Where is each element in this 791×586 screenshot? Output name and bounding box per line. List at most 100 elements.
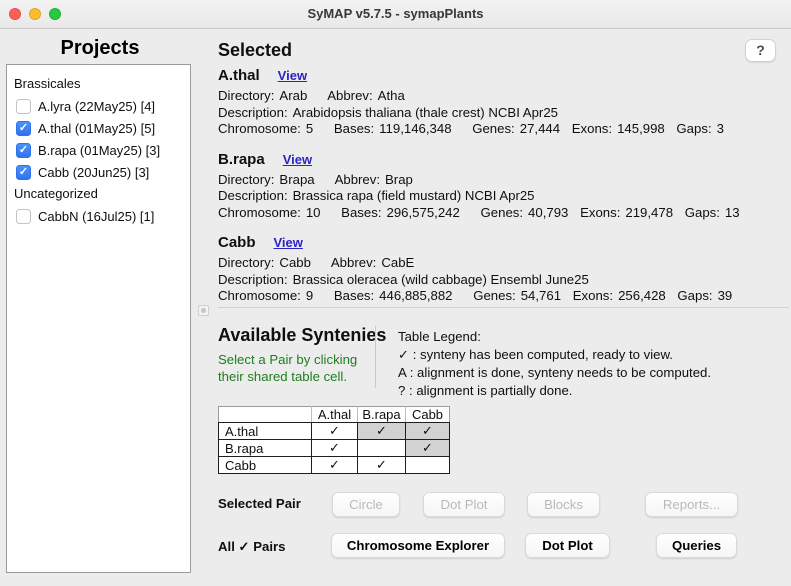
field-value: Brassica rapa (field mustard) NCBI Apr25 <box>292 188 535 203</box>
table-legend: Table Legend: ✓ : synteny has been compu… <box>398 328 711 400</box>
field-label: Chromosome: <box>218 288 301 303</box>
field-value: 27,444 <box>519 121 561 136</box>
synteny-cell-cabb-cabb[interactable] <box>405 456 450 474</box>
close-button[interactable] <box>9 8 21 20</box>
view-link-cabb[interactable]: View <box>274 235 303 250</box>
synteny-cell-brapa-athal[interactable]: ✓ <box>311 439 358 457</box>
species-dir-line: Directory: Cabb Abbrev: CabE <box>218 255 783 272</box>
synteny-cell-brapa-brapa[interactable] <box>357 439 406 457</box>
all-pairs-label: All ✓ Pairs <box>218 539 286 554</box>
splitter-handle-icon[interactable] <box>198 305 209 316</box>
checkbox-cabb[interactable] <box>16 164 31 180</box>
view-link-brapa[interactable]: View <box>283 152 312 167</box>
synteny-cell-cabb-athal[interactable]: ✓ <box>311 456 358 474</box>
project-item-brapa[interactable]: B.rapa (01May25) [3] <box>7 139 190 161</box>
section-divider <box>218 307 789 308</box>
field-value: Arabidopsis thaliana (thale crest) NCBI … <box>292 104 558 120</box>
maximize-button[interactable] <box>49 8 61 20</box>
legend-line-align: A : alignment is done, synteny needs to … <box>398 365 712 380</box>
dot-plot-all-button[interactable]: Dot Plot <box>525 533 610 558</box>
queries-button[interactable]: Queries <box>656 533 737 558</box>
field-value: 39 <box>717 288 733 303</box>
field-label: Description: <box>218 271 288 287</box>
project-item-label: CabbN (16Jul25) [1] <box>38 208 155 224</box>
view-link-athal[interactable]: View <box>278 68 307 83</box>
species-stats-line: Chromosome: 9 Bases: 446,885,882 Genes: 54,… <box>218 288 783 305</box>
checkbox-brapa[interactable] <box>16 142 31 158</box>
field-label: Gaps: <box>684 204 720 220</box>
field-label: Genes: <box>480 204 524 220</box>
species-desc-line: Description: Arabidopsis thaliana (thale … <box>218 105 783 122</box>
checkbox-cabbn[interactable] <box>16 208 31 224</box>
field-label: Gaps: <box>676 121 712 136</box>
field-label: Genes: <box>473 288 516 303</box>
legend-line-partial: ? : alignment is partially done. <box>398 383 573 398</box>
species-name: Cabb <box>218 234 256 251</box>
species-stats-line: Chromosome: 5 Bases: 119,146,348 Genes: 27,… <box>218 121 783 138</box>
synteny-row-cabb: Cabb ✓ ✓ <box>218 456 450 474</box>
project-item-label: A.thal (01May25) [5] <box>38 120 156 136</box>
available-syntenies-title: Available Syntenies <box>218 325 387 345</box>
field-value: Atha <box>377 88 405 103</box>
synteny-cell-brapa-cabb[interactable]: ✓ <box>405 439 450 457</box>
field-label: Description: <box>218 104 288 120</box>
synteny-row-brapa: B.rapa ✓ ✓ <box>218 439 450 457</box>
dot-plot-selected-button[interactable]: Dot Plot <box>423 492 505 517</box>
field-label: Exons: <box>572 288 614 303</box>
synteny-cell-athal-cabb[interactable]: ✓ <box>405 422 450 440</box>
field-value: Cabb <box>279 255 311 270</box>
field-label: Chromosome: <box>218 121 301 136</box>
field-value: 10 <box>305 204 321 220</box>
reports-button[interactable]: Reports... <box>645 492 738 517</box>
help-button[interactable]: ? <box>745 39 776 62</box>
field-label: Bases: <box>333 121 375 136</box>
field-label: Genes: <box>472 121 515 136</box>
traffic-lights <box>9 8 61 20</box>
legend-divider <box>375 326 376 388</box>
field-value: 40,793 <box>528 204 569 220</box>
synteny-cell-athal-brapa[interactable]: ✓ <box>357 422 406 440</box>
row-header-athal: A.thal <box>218 422 312 440</box>
project-item-label: B.rapa (01May25) [3] <box>38 142 161 158</box>
synteny-cell-athal-athal[interactable]: ✓ <box>311 422 358 440</box>
field-label: Exons: <box>571 121 613 136</box>
window-title: SyMAP v5.7.5 - symapPlants <box>307 6 484 21</box>
species-dir-line: Directory: Brapa Abbrev: Brap <box>218 172 783 189</box>
projects-panel: Projects Brassicales A.lyra (22May25) [4… <box>0 29 200 586</box>
checkbox-alyra[interactable] <box>16 98 31 114</box>
projects-list: Brassicales A.lyra (22May25) [4] A.thal … <box>6 64 191 573</box>
project-item-alyra[interactable]: A.lyra (22May25) [4] <box>7 95 190 117</box>
minimize-button[interactable] <box>29 8 41 20</box>
blocks-button[interactable]: Blocks <box>527 492 600 517</box>
col-header-cabb: Cabb <box>405 406 450 423</box>
field-value: 9 <box>305 288 314 303</box>
species-list: A.thal View Directory: Arab Abbrev: Atha D… <box>218 67 783 318</box>
field-value: 119,146,348 <box>379 121 452 136</box>
project-item-cabbn[interactable]: CabbN (16Jul25) [1] <box>7 205 190 227</box>
species-desc-line: Description: Brassica oleracea (wild cabb… <box>218 272 783 289</box>
synteny-cell-cabb-brapa[interactable]: ✓ <box>357 456 406 474</box>
synteny-row-athal: A.thal ✓ ✓ ✓ <box>218 422 450 440</box>
field-value: Brap <box>385 171 413 187</box>
field-label: Directory: <box>218 171 275 187</box>
field-value: 3 <box>716 121 724 136</box>
project-item-label: A.lyra (22May25) [4] <box>38 98 156 114</box>
circle-button[interactable]: Circle <box>332 492 400 517</box>
field-value: 219,478 <box>625 204 674 220</box>
project-item-athal[interactable]: A.thal (01May25) [5] <box>7 117 190 139</box>
checkbox-athal[interactable] <box>16 120 31 136</box>
legend-line-check: ✓ : synteny has been computed, ready to … <box>398 347 673 362</box>
selected-pair-label: Selected Pair <box>218 496 301 511</box>
species-dir-line: Directory: Arab Abbrev: Atha <box>218 88 783 105</box>
project-item-label: Cabb (20Jun25) [3] <box>38 164 150 180</box>
chromosome-explorer-button[interactable]: Chromosome Explorer <box>331 533 505 558</box>
field-label: Directory: <box>218 88 275 103</box>
project-group-brassicales: Brassicales <box>14 76 81 91</box>
field-label: Gaps: <box>677 288 713 303</box>
species-section-brapa: B.rapa View Directory: Brapa Abbrev: Brap … <box>218 151 783 222</box>
field-value: 296,575,242 <box>386 204 460 220</box>
field-value: 54,761 <box>520 288 562 303</box>
field-value: CabE <box>381 255 415 270</box>
project-item-cabb[interactable]: Cabb (20Jun25) [3] <box>7 161 190 183</box>
species-section-athal: A.thal View Directory: Arab Abbrev: Atha D… <box>218 67 783 138</box>
